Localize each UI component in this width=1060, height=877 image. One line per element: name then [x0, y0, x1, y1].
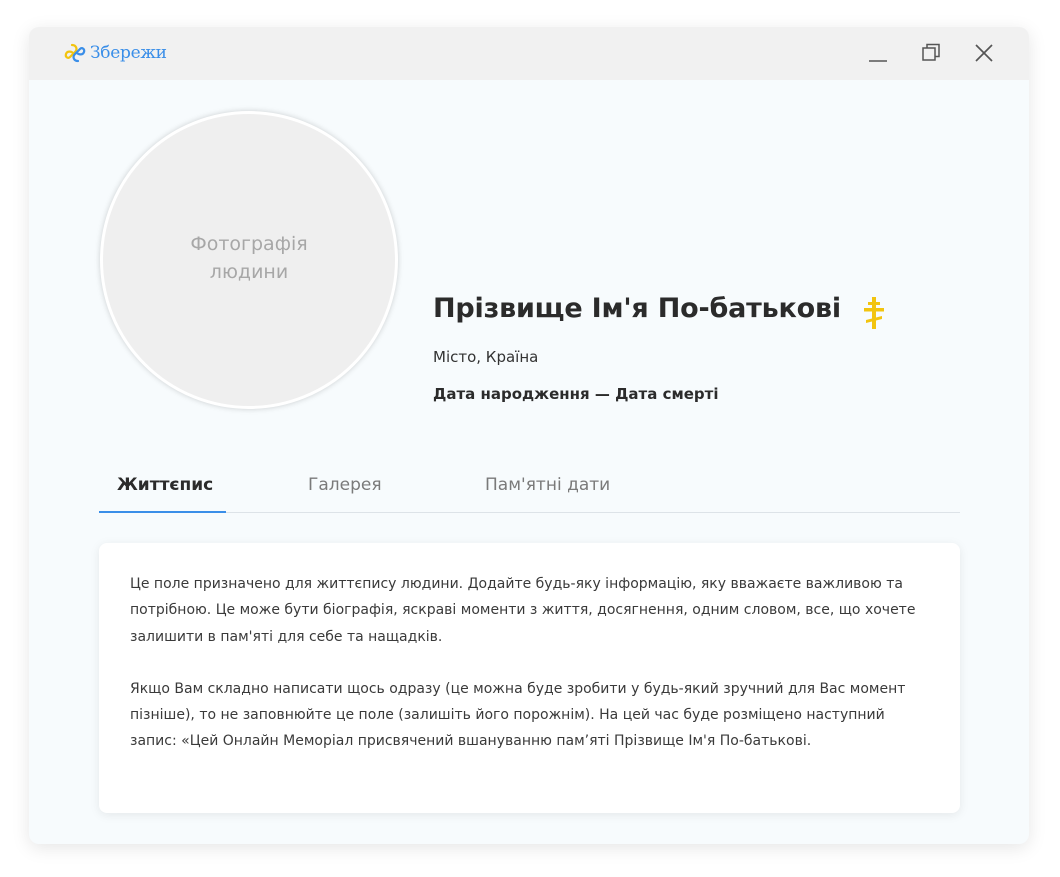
app-name: Збережи — [90, 43, 167, 63]
biography-paragraph: Якщо Вам складно написати щось одразу (ц… — [130, 680, 906, 750]
person-life-dates: Дата народження — Дата смерті — [433, 385, 719, 403]
interlocking-heart-logo-icon — [64, 43, 86, 63]
profile-photo-placeholder[interactable]: Фотографія людини — [100, 111, 398, 409]
active-tab-indicator — [99, 511, 226, 513]
restore-icon — [922, 43, 940, 61]
photo-placeholder-label: Фотографія людини — [190, 233, 308, 283]
orthodox-cross-icon — [864, 297, 884, 329]
minimize-button[interactable] — [865, 40, 891, 66]
close-button[interactable] — [971, 40, 997, 66]
tab-memorial-dates[interactable]: Пам'ятні дати — [485, 475, 610, 495]
biography-paragraph: Це поле призначено для життєпису людини.… — [130, 576, 916, 645]
tab-gallery[interactable]: Галерея — [308, 475, 382, 495]
person-full-name: Прізвище Ім'я По-батькові — [433, 293, 841, 324]
profile-tabs: Життєпис Галерея Пам'ятні дати — [99, 463, 960, 513]
minimize-icon — [869, 60, 887, 62]
biography-field[interactable]: Це поле призначено для життєпису людини.… — [99, 543, 960, 813]
app-window: Збережи Фотографія людини Прізвище Ім'я … — [29, 27, 1029, 844]
tab-biography[interactable]: Життєпис — [117, 475, 213, 495]
close-icon — [975, 44, 993, 62]
person-location: Місто, Країна — [433, 348, 539, 366]
app-brand[interactable]: Збережи — [63, 41, 167, 65]
title-bar: Збережи — [29, 27, 1029, 80]
maximize-button[interactable] — [918, 40, 944, 66]
